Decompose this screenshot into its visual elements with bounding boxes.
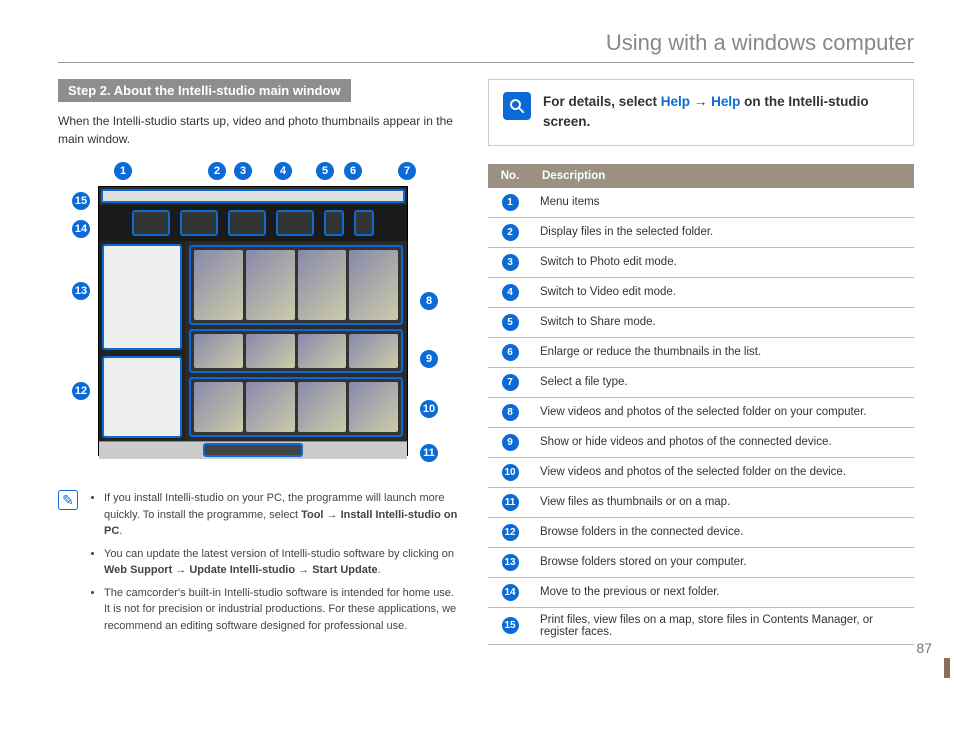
callout-11: 11: [420, 444, 438, 462]
callout-6: 6: [344, 162, 362, 180]
table-row: 2Display files in the selected folder.: [488, 217, 914, 247]
help-callout-box: For details, select Help → Help on the I…: [488, 79, 914, 146]
table-row: 4Switch to Video edit mode.: [488, 277, 914, 307]
page-title: Using with a windows computer: [606, 30, 914, 55]
table-row: 9Show or hide videos and photos of the c…: [488, 427, 914, 457]
intelli-studio-screenshot: [98, 186, 408, 456]
table-header-desc: Description: [532, 164, 914, 188]
table-row: 12Browse folders in the connected device…: [488, 517, 914, 547]
table-row: 6Enlarge or reduce the thumbnails in the…: [488, 337, 914, 367]
callout-1: 1: [114, 162, 132, 180]
intro-paragraph: When the Intelli-studio starts up, video…: [58, 112, 458, 148]
table-row: 3Switch to Photo edit mode.: [488, 247, 914, 277]
note-item: If you install Intelli-studio on your PC…: [104, 490, 458, 540]
callout-8: 8: [420, 292, 438, 310]
callout-3: 3: [234, 162, 252, 180]
callout-5: 5: [316, 162, 334, 180]
table-header-no: No.: [488, 164, 532, 188]
annotated-screenshot: 1 2 3 4 5 6 7 15 14 13 12 8 9 10 11: [58, 162, 458, 472]
callout-7: 7: [398, 162, 416, 180]
table-row: 5Switch to Share mode.: [488, 307, 914, 337]
table-row: 8View videos and photos of the selected …: [488, 397, 914, 427]
table-row: 1Menu items: [488, 188, 914, 218]
table-row: 7Select a file type.: [488, 367, 914, 397]
note-section: ✎ If you install Intelli-studio on your …: [58, 490, 458, 640]
callout-15: 15: [72, 192, 90, 210]
page-number: 87: [916, 640, 932, 656]
description-table: No. Description 1Menu items2Display file…: [488, 164, 914, 645]
page-header: Using with a windows computer: [58, 30, 914, 63]
note-item: The camcorder's built-in Intelli-studio …: [104, 585, 458, 635]
table-row: 11View files as thumbnails or on a map.: [488, 487, 914, 517]
magnifier-icon: [503, 92, 531, 120]
callout-13: 13: [72, 282, 90, 300]
note-icon: ✎: [58, 490, 78, 510]
callout-14: 14: [72, 220, 90, 238]
callout-2: 2: [208, 162, 226, 180]
table-row: 10View videos and photos of the selected…: [488, 457, 914, 487]
table-row: 14Move to the previous or next folder.: [488, 577, 914, 607]
callout-4: 4: [274, 162, 292, 180]
table-row: 13Browse folders stored on your computer…: [488, 547, 914, 577]
help-text: For details, select Help → Help on the I…: [543, 92, 899, 133]
table-row: 15Print files, view files on a map, stor…: [488, 607, 914, 644]
note-item: You can update the latest version of Int…: [104, 546, 458, 579]
step-heading: Step 2. About the Intelli-studio main wi…: [58, 79, 351, 102]
callout-12: 12: [72, 382, 90, 400]
callout-9: 9: [420, 350, 438, 368]
callout-10: 10: [420, 400, 438, 418]
